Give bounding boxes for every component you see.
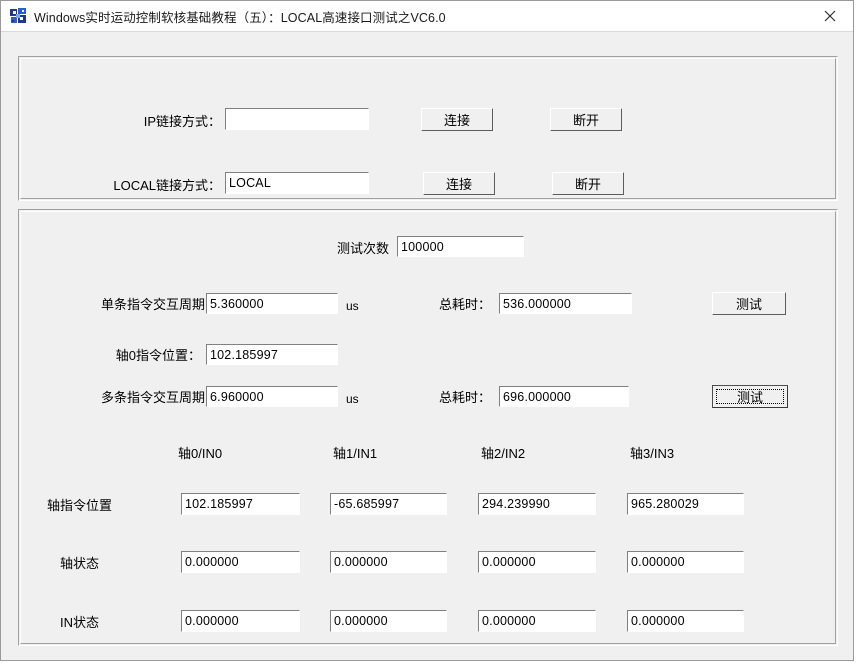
- ip-connect-button[interactable]: 连接: [421, 108, 493, 131]
- axis-status-input-3[interactable]: 0.000000: [627, 551, 744, 573]
- axis0-position-input[interactable]: 102.185997: [206, 344, 338, 365]
- in-status-input-1[interactable]: 0.000000: [330, 610, 447, 632]
- test-count-value: 100000: [401, 239, 444, 254]
- multi-cmd-input[interactable]: 6.960000: [206, 386, 338, 407]
- close-button[interactable]: [807, 1, 853, 31]
- in-status-input-2[interactable]: 0.000000: [478, 610, 596, 632]
- window-title: Windows实时运动控制软核基础教程（五）：LOCAL高速接口测试之VC6.0: [34, 10, 446, 25]
- axis0-position-value: 102.185997: [210, 347, 279, 362]
- ip-disconnect-button[interactable]: 断开: [550, 108, 622, 131]
- axis-position-value-0: 102.185997: [185, 497, 254, 511]
- axis-position-value-1: -65.685997: [334, 497, 400, 511]
- test-panel: [18, 209, 838, 646]
- axis-status-value-0: 0.000000: [185, 555, 239, 569]
- multi-cmd-total-label: 总耗时：: [438, 390, 491, 405]
- local-disconnect-button[interactable]: 断开: [552, 172, 624, 195]
- in-status-input-3[interactable]: 0.000000: [627, 610, 744, 632]
- single-cmd-test-button[interactable]: 测试: [712, 292, 786, 315]
- column-header-axis2: 轴2/IN2: [481, 446, 526, 461]
- ip-connection-input[interactable]: [225, 108, 369, 130]
- multi-cmd-unit: us: [346, 392, 359, 406]
- title-bar: Windows实时运动控制软核基础教程（五）：LOCAL高速接口测试之VC6.0: [1, 1, 853, 32]
- axis-position-input-3[interactable]: 965.280029: [627, 493, 744, 515]
- single-cmd-total-label: 总耗时：: [438, 297, 491, 312]
- local-disconnect-label: 断开: [574, 177, 601, 192]
- axis-status-value-3: 0.000000: [631, 555, 685, 569]
- single-cmd-label: 单条指令交互周期：: [101, 297, 219, 312]
- row-label-axis-position: 轴指令位置: [47, 498, 113, 513]
- axis-position-input-1[interactable]: -65.685997: [330, 493, 447, 515]
- axis-status-input-2[interactable]: 0.000000: [478, 551, 596, 573]
- in-status-value-2: 0.000000: [482, 614, 536, 628]
- axis-status-input-1[interactable]: 0.000000: [330, 551, 447, 573]
- axis-status-input-0[interactable]: 0.000000: [181, 551, 300, 573]
- local-connection-input[interactable]: LOCAL: [225, 172, 369, 194]
- multi-cmd-test-button[interactable]: 测试: [712, 385, 788, 408]
- app-icon: [10, 8, 26, 24]
- client-area: IP链接方式： 连接 断开 LOCAL链接方式： LOCAL 连接 断开 测试次…: [1, 32, 853, 660]
- application-window: Windows实时运动控制软核基础教程（五）：LOCAL高速接口测试之VC6.0…: [0, 0, 854, 661]
- in-status-input-0[interactable]: 0.000000: [181, 610, 300, 632]
- multi-cmd-value: 6.960000: [210, 389, 264, 404]
- ip-connection-label: IP链接方式：: [143, 114, 221, 129]
- single-cmd-value: 5.360000: [210, 296, 264, 311]
- in-status-value-1: 0.000000: [334, 614, 388, 628]
- column-header-axis1: 轴1/IN1: [333, 446, 378, 461]
- local-connection-label: LOCAL链接方式：: [113, 178, 221, 193]
- multi-cmd-label: 多条指令交互周期：: [101, 390, 219, 405]
- local-connect-label: 连接: [445, 177, 472, 192]
- column-header-axis0: 轴0/IN0: [178, 446, 223, 461]
- axis-position-value-3: 965.280029: [631, 497, 700, 511]
- single-cmd-test-label: 测试: [735, 297, 762, 312]
- single-cmd-input[interactable]: 5.360000: [206, 293, 338, 314]
- in-status-value-3: 0.000000: [631, 614, 685, 628]
- axis-position-input-0[interactable]: 102.185997: [181, 493, 300, 515]
- single-cmd-total-value: 536.000000: [503, 296, 572, 311]
- column-header-axis3: 轴3/IN3: [630, 446, 675, 461]
- test-count-input[interactable]: 100000: [397, 236, 524, 257]
- multi-cmd-total-input[interactable]: 696.000000: [499, 386, 629, 407]
- multi-cmd-total-value: 696.000000: [503, 389, 572, 404]
- ip-connect-label: 连接: [443, 113, 470, 128]
- row-label-in-status: IN状态: [60, 615, 100, 630]
- multi-cmd-test-label: 测试: [736, 390, 763, 405]
- local-connect-button[interactable]: 连接: [423, 172, 495, 195]
- local-connection-value: LOCAL: [229, 176, 271, 190]
- test-count-label: 测试次数: [337, 241, 390, 256]
- single-cmd-total-input[interactable]: 536.000000: [499, 293, 632, 314]
- row-label-axis-status: 轴状态: [60, 556, 100, 571]
- axis-position-value-2: 294.239990: [482, 497, 551, 511]
- axis-status-value-1: 0.000000: [334, 555, 388, 569]
- axis0-position-label: 轴0指令位置：: [115, 348, 201, 363]
- single-cmd-unit: us: [346, 299, 359, 313]
- axis-position-input-2[interactable]: 294.239990: [478, 493, 596, 515]
- axis-status-value-2: 0.000000: [482, 555, 536, 569]
- close-icon: [824, 10, 836, 22]
- ip-disconnect-label: 断开: [572, 113, 599, 128]
- in-status-value-0: 0.000000: [185, 614, 239, 628]
